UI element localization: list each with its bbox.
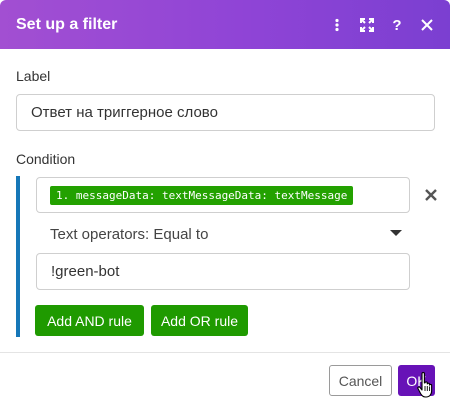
close-icon[interactable] bbox=[412, 10, 442, 40]
dialog-body: Label Ответ на триггерное слово Conditio… bbox=[0, 49, 450, 352]
label-field-caption: Label bbox=[16, 68, 51, 84]
dialog-header: Set up a filter ? bbox=[0, 0, 450, 49]
chevron-down-icon bbox=[390, 230, 402, 236]
label-input[interactable]: Ответ на триггерное слово bbox=[16, 94, 435, 131]
dialog-footer: Cancel OK bbox=[0, 352, 450, 406]
label-input-value: Ответ на триггерное слово bbox=[31, 104, 218, 121]
mapped-variable-pill[interactable]: 1. messageData: textMessageData: textMes… bbox=[50, 185, 354, 205]
operator-select[interactable]: Text operators: Equal to bbox=[36, 216, 410, 252]
condition-group: 1. messageData: textMessageData: textMes… bbox=[16, 176, 437, 337]
cancel-button[interactable]: Cancel bbox=[329, 365, 392, 396]
expand-icon[interactable] bbox=[352, 10, 382, 40]
condition-field-input[interactable]: 1. messageData: textMessageData: textMes… bbox=[36, 177, 410, 213]
filter-dialog: Set up a filter ? Label Ответ на триггер… bbox=[0, 0, 450, 406]
hand-cursor-icon bbox=[417, 372, 433, 398]
condition-value-input[interactable]: !green-bot bbox=[36, 253, 410, 290]
add-or-rule-button[interactable]: Add OR rule bbox=[151, 305, 248, 336]
more-vertical-icon[interactable] bbox=[322, 10, 352, 40]
add-and-rule-button[interactable]: Add AND rule bbox=[35, 305, 144, 336]
dialog-title: Set up a filter bbox=[16, 15, 118, 33]
remove-condition-icon[interactable] bbox=[420, 184, 442, 206]
svg-text:?: ? bbox=[392, 17, 401, 33]
condition-value-text: !green-bot bbox=[51, 263, 120, 280]
operator-select-value: Text operators: Equal to bbox=[50, 225, 209, 243]
header-actions: ? bbox=[322, 10, 450, 40]
help-icon[interactable]: ? bbox=[382, 10, 412, 40]
condition-caption: Condition bbox=[16, 151, 76, 167]
